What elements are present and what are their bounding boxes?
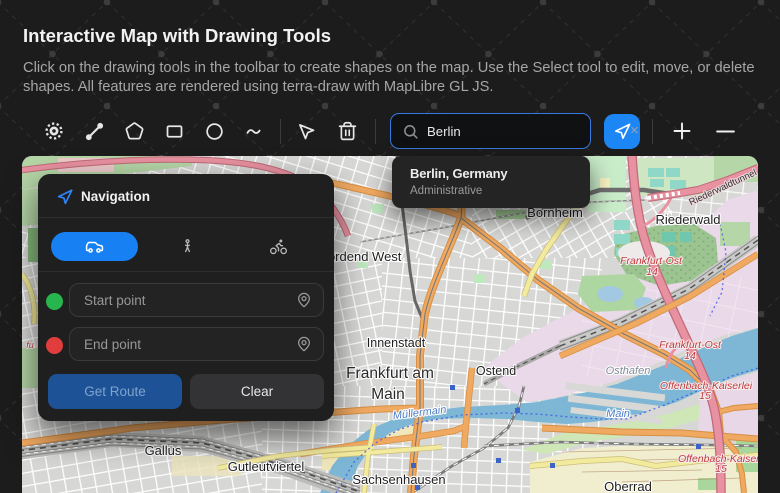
svg-text:Frankfurt am: Frankfurt am [346,365,434,382]
svg-text:Main: Main [371,386,405,403]
svg-text:14: 14 [684,350,696,362]
svg-text:Ostend: Ostend [476,364,516,378]
svg-text:15: 15 [699,390,711,402]
svg-text:Innenstadt: Innenstadt [367,336,426,350]
svg-text:Gutleutviertel: Gutleutviertel [228,459,305,474]
svg-text:Oberrad: Oberrad [604,479,652,493]
svg-text:Osthafen: Osthafen [606,365,651,377]
svg-text:15: 15 [715,463,727,475]
svg-text:fu: fu [26,340,34,350]
svg-text:Gallus: Gallus [145,443,182,458]
svg-text:Sachsenhausen: Sachsenhausen [352,472,445,487]
svg-text:14: 14 [646,266,658,278]
svg-text:Main: Main [606,408,630,420]
svg-text:Riederwald: Riederwald [655,212,720,227]
